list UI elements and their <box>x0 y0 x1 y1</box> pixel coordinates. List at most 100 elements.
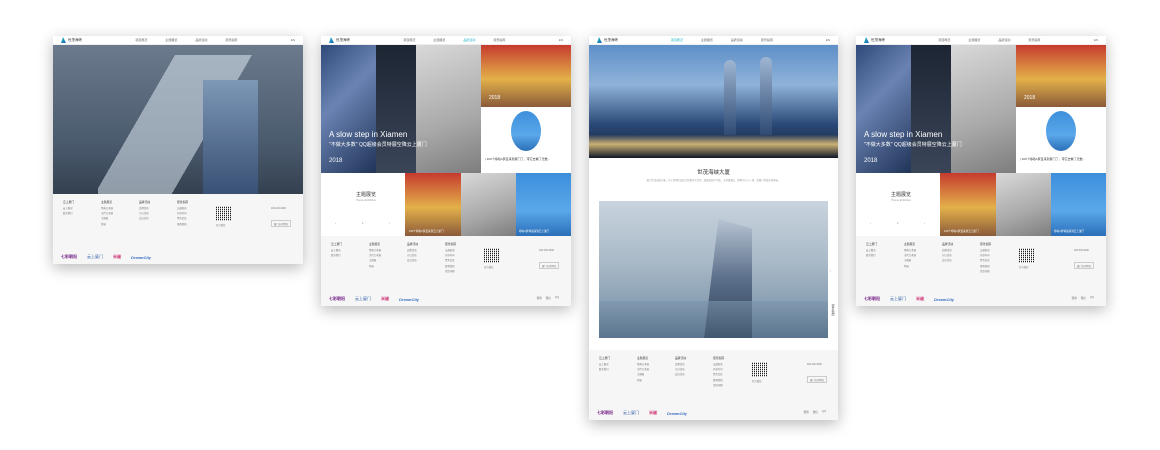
language-switch[interactable]: EN <box>559 38 563 42</box>
language-switch[interactable]: EN <box>291 38 295 42</box>
nav-item[interactable]: 品牌活动 <box>731 38 743 42</box>
share-weibo[interactable]: 微博 <box>1072 296 1077 300</box>
nav-item[interactable]: 主题展览 <box>433 38 445 42</box>
footer-link[interactable]: 当代艺术展 <box>101 211 135 215</box>
nav-item[interactable]: 主题展览 <box>701 38 713 42</box>
footer-link[interactable]: 开放时间 <box>980 253 1014 257</box>
footer-link[interactable]: 交通指南 <box>445 248 479 252</box>
footer-link[interactable]: 云上概况 <box>63 206 97 210</box>
share-qq[interactable]: QQ <box>822 410 826 414</box>
address-button[interactable]: 厦门市思明区 <box>539 262 560 269</box>
footer-link[interactable]: 特展 <box>637 378 671 382</box>
news-card[interactable]: | 100个哆啦A梦爱来到厦门了，带它去看了无数... <box>1016 107 1106 173</box>
nav-item[interactable]: 品牌活动 <box>998 38 1010 42</box>
footer-link[interactable]: 云上概况 <box>599 362 633 366</box>
footer-link[interactable]: 票务信息 <box>713 372 747 376</box>
footer-link[interactable]: 常见问题 <box>713 383 747 387</box>
share-wechat[interactable]: 微信 <box>546 296 551 300</box>
exhibit-tile[interactable]: 100个哆啦A梦爱来到云上厦门 <box>405 173 461 236</box>
nav-item[interactable]: 项目概况 <box>938 38 950 42</box>
nav-item[interactable]: 观景指南 <box>761 38 773 42</box>
footer-link[interactable]: 经典艺术展 <box>904 248 938 252</box>
share-qq[interactable]: QQ <box>555 296 559 300</box>
footer-link[interactable]: 特展 <box>904 264 938 268</box>
footer-link[interactable]: 主题展 <box>101 216 135 220</box>
footer-link[interactable]: 开放时间 <box>445 253 479 257</box>
brand-logo[interactable]: 世茂海峡 <box>329 37 350 43</box>
exhibit-tile[interactable]: 哆啦A梦特展来到云上厦门 <box>516 173 571 236</box>
footer-link[interactable]: 节日活动 <box>407 253 441 257</box>
footer-link[interactable]: 票务信息 <box>980 258 1014 262</box>
footer-link[interactable]: 当代艺术展 <box>904 253 938 257</box>
carousel-prev[interactable]: ‹ <box>335 221 336 225</box>
footer-link[interactable]: 开放时间 <box>177 211 211 215</box>
nav-item[interactable]: 观景指南 <box>225 38 237 42</box>
carousel-next[interactable]: › <box>924 221 925 225</box>
next-arrow-icon[interactable]: › <box>830 268 831 273</box>
footer-link[interactable]: 经典艺术展 <box>637 362 671 366</box>
footer-link[interactable]: 参观须知 <box>980 264 1014 268</box>
feature-banner[interactable]: A slow step in Xiamen "不做大多数" QQ超级会员特展空降… <box>856 45 1016 173</box>
footer-link[interactable]: 云上概况 <box>331 248 365 252</box>
nav-item[interactable]: 品牌活动 <box>195 38 207 42</box>
nav-item[interactable]: 品牌活动 <box>463 38 475 42</box>
brand-logo[interactable]: 世茂海峡 <box>61 37 82 43</box>
feature-banner[interactable]: A slow step in Xiamen "不做大多数" QQ超级会员特展空降… <box>321 45 481 173</box>
exhibit-tile[interactable]: 100个哆啦A梦爱来到云上厦门 <box>940 173 996 236</box>
share-wechat[interactable]: 微信 <box>813 410 818 414</box>
brand-logo[interactable]: 世茂海峡 <box>864 37 885 43</box>
footer-link[interactable]: 节日活动 <box>675 367 709 371</box>
footer-link[interactable]: 会员活动 <box>407 258 441 262</box>
nav-item[interactable]: 项目概况 <box>671 38 683 42</box>
exhibit-tile[interactable] <box>461 173 516 236</box>
nav-item[interactable]: 观景指南 <box>1028 38 1040 42</box>
footer-link[interactable]: 品牌活动 <box>407 248 441 252</box>
footer-link[interactable]: 主题展 <box>904 258 938 262</box>
nav-item[interactable]: 项目概况 <box>403 38 415 42</box>
address-button[interactable]: 厦门市思明区 <box>1074 262 1095 269</box>
footer-link[interactable]: 特展 <box>369 264 403 268</box>
exhibit-tile[interactable] <box>996 173 1051 236</box>
footer-link[interactable]: 主题展 <box>369 258 403 262</box>
news-card[interactable]: | 100个哆啦A梦爱来到厦门了，带它去看了无数... <box>481 107 571 173</box>
footer-link[interactable]: 节日活动 <box>942 253 976 257</box>
footer-link[interactable]: 经典艺术展 <box>101 206 135 210</box>
footer-link[interactable]: 品牌活动 <box>675 362 709 366</box>
carousel-next[interactable]: › <box>389 221 390 225</box>
footer-link[interactable]: 特展 <box>101 222 135 226</box>
news-card-image[interactable]: 2018 <box>481 45 571 107</box>
footer-link[interactable]: 品牌活动 <box>139 206 173 210</box>
footer-link[interactable]: 交通指南 <box>713 362 747 366</box>
share-wechat[interactable]: 微信 <box>1081 296 1086 300</box>
share-qq[interactable]: QQ <box>1090 296 1094 300</box>
nav-item[interactable]: 主题展览 <box>165 38 177 42</box>
footer-link[interactable]: 票务信息 <box>177 216 211 220</box>
footer-link[interactable]: 品牌活动 <box>942 248 976 252</box>
footer-link[interactable]: 票务信息 <box>445 258 479 262</box>
footer-link[interactable]: 常见问题 <box>445 269 479 273</box>
brand-logo[interactable]: 世茂海峡 <box>597 37 618 43</box>
footer-link[interactable]: 会员活动 <box>675 372 709 376</box>
footer-link[interactable]: 联系我们 <box>63 211 97 215</box>
footer-link[interactable]: 当代艺术展 <box>637 367 671 371</box>
footer-link[interactable]: 开放时间 <box>713 367 747 371</box>
exhibit-tile[interactable]: 哆啦A梦特展来到云上厦门 <box>1051 173 1106 236</box>
nav-item[interactable]: 项目概况 <box>135 38 147 42</box>
nav-item[interactable]: 观景指南 <box>493 38 505 42</box>
share-weibo[interactable]: 微博 <box>804 410 809 414</box>
language-switch[interactable]: EN <box>1094 38 1098 42</box>
footer-link[interactable]: 参观须知 <box>713 378 747 382</box>
footer-link[interactable]: 联系我们 <box>331 253 365 257</box>
footer-link[interactable]: 当代艺术展 <box>369 253 403 257</box>
footer-link[interactable]: 联系我们 <box>866 253 900 257</box>
carousel-prev[interactable]: ‹ <box>870 221 871 225</box>
footer-link[interactable]: 经典艺术展 <box>369 248 403 252</box>
address-button[interactable]: 厦门市思明区 <box>807 376 828 383</box>
footer-link[interactable]: 节日活动 <box>139 211 173 215</box>
footer-link[interactable]: 云上概况 <box>866 248 900 252</box>
footer-link[interactable]: 参观须知 <box>445 264 479 268</box>
address-button[interactable]: 厦门市思明区 <box>271 220 292 227</box>
footer-link[interactable]: 参观须知 <box>177 222 211 226</box>
footer-link[interactable]: 联系我们 <box>599 367 633 371</box>
footer-link[interactable]: 会员活动 <box>942 258 976 262</box>
